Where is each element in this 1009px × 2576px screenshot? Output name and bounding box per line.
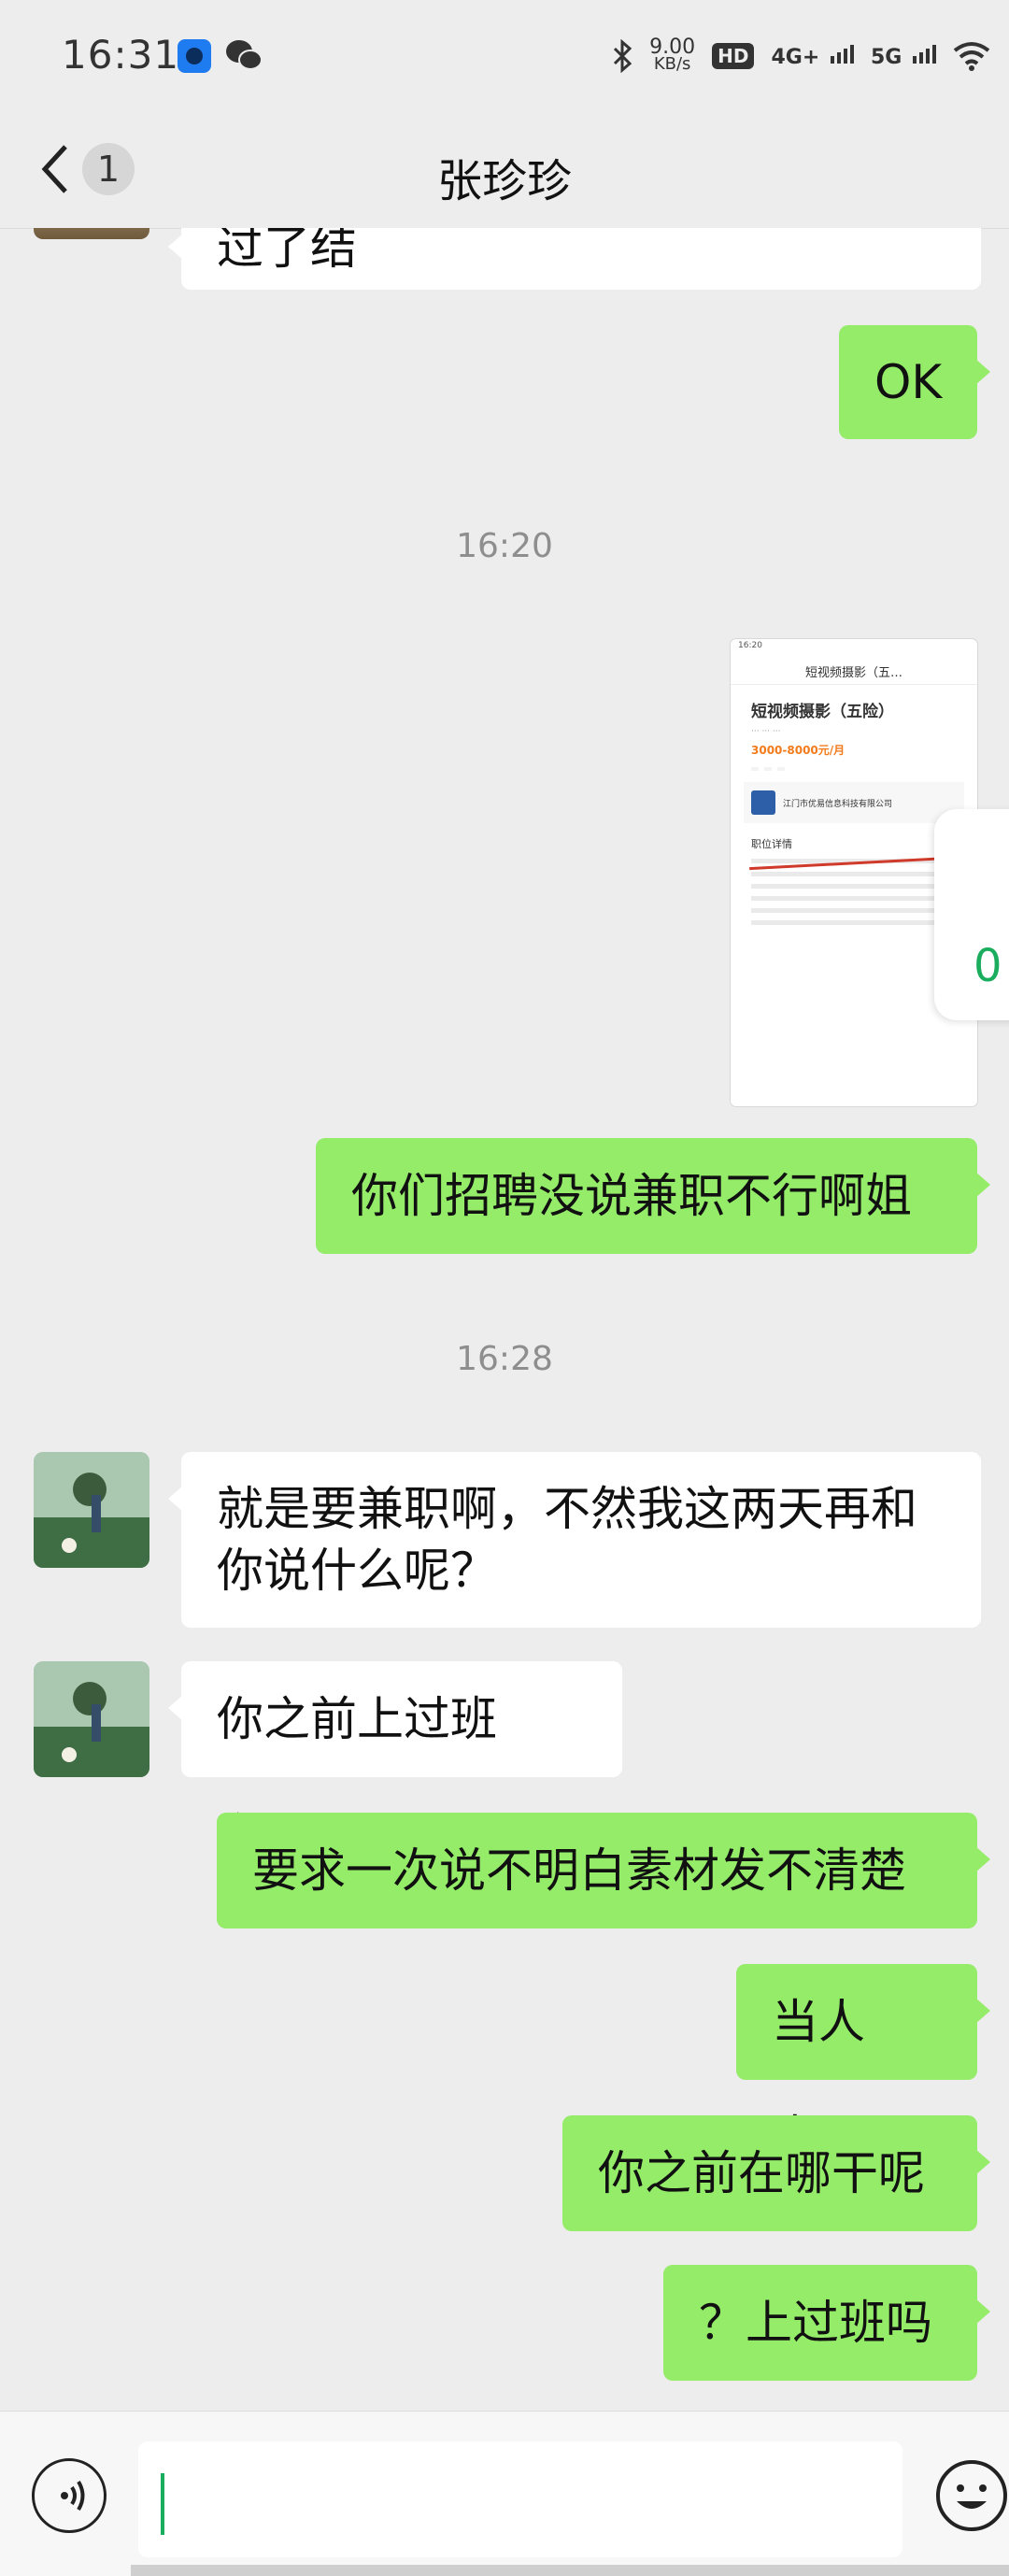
image-company-name: 江门市优易信息科技有限公司 [783, 799, 893, 809]
network-4g-label: 4G+ [771, 46, 820, 69]
image-text-line [751, 872, 959, 876]
status-bar: 16:31 9.00 KB/s HD 4G+ 5G [0, 0, 1009, 112]
message-bubble-received[interactable]: 你之前上过班么？ [168, 1661, 622, 1862]
message-bubble-received[interactable]: 过了结 [168, 228, 981, 290]
message-bubble-sent[interactable]: 当人事？ [736, 1964, 990, 2165]
network-5g: 5G [871, 43, 936, 69]
hd-badge: HD [712, 43, 755, 69]
image-status-bar: 16:20 [738, 641, 762, 650]
input-bar [0, 2411, 1009, 2576]
chat-title: 张珍珍 [436, 155, 572, 207]
message-text: ？上过班吗 [699, 2296, 932, 2350]
message-text: 你们招聘没说兼职不行啊姐 [351, 1169, 912, 1223]
wechat-icon [226, 40, 263, 70]
message-text: OK [874, 355, 943, 409]
message-bubble-received[interactable]: 就是要兼职啊，不然我这两天再和你说什么呢？ [168, 1452, 981, 1628]
image-text-line [751, 896, 959, 901]
chat-header: 1 张珍珍 [0, 112, 1009, 229]
message-bubble-sent[interactable]: OK [839, 325, 990, 439]
message-bubble-sent[interactable]: 你们招聘没说兼职不行啊姐 [316, 1138, 990, 1254]
floating-widget-value: 0 [973, 940, 1002, 992]
avatar[interactable] [34, 1661, 149, 1777]
emoji-button[interactable] [934, 2458, 1009, 2533]
message-list[interactable]: 过了结 OK 16:20 16:20 短视频摄影（五… 短视频摄影（五险） ··… [0, 228, 1009, 2411]
image-job-title: 短视频摄影（五险） [751, 703, 894, 721]
image-company: 江门市优易信息科技有限公司 [744, 782, 964, 823]
network-speed: 9.00 KB/s [649, 37, 695, 74]
speed-unit: KB/s [653, 54, 691, 74]
wifi-icon [953, 42, 990, 71]
image-text-line [751, 908, 959, 913]
message-bubble-sent[interactable]: ？上过班吗 [663, 2265, 990, 2381]
image-salary: 3000-8000元/月 [751, 744, 846, 757]
signal-bars-icon [913, 43, 936, 64]
message-input[interactable] [138, 2441, 902, 2557]
message-bubble-sent[interactable]: 你之前在哪干呢 [562, 2115, 990, 2231]
message-text: 你之前在哪干呢 [598, 2146, 925, 2200]
bottom-strip [131, 2565, 1009, 2576]
network-5g-label: 5G [870, 46, 902, 69]
status-icons: 9.00 KB/s HD 4G+ 5G [612, 36, 990, 77]
avatar[interactable] [34, 1452, 149, 1568]
message-text: 要求一次说不明白素材发不清楚 [252, 1843, 906, 1898]
bluetooth-icon [614, 39, 632, 73]
image-job-meta: ··· ··· ··· [751, 727, 781, 736]
signal-bars-icon [830, 43, 854, 64]
message-bubble-sent[interactable]: 要求一次说不明白素材发不清楚 [217, 1813, 990, 1928]
voice-icon [61, 2480, 85, 2512]
message-text: 就是要兼职啊，不然我这两天再和你说什么呢？ [217, 1482, 917, 1598]
message-timestamp: 16:28 [456, 1340, 553, 1378]
image-text-line [751, 884, 959, 889]
floating-widget[interactable]: 0 [934, 809, 1009, 1020]
avatar [34, 228, 149, 239]
network-4g: 4G+ [771, 43, 854, 69]
voice-button[interactable] [32, 2458, 107, 2533]
message-text: 过了结 [217, 228, 357, 275]
app-notification-icon [178, 39, 211, 73]
status-time: 16:31 [62, 32, 180, 78]
image-nav-title: 短视频摄影（五… [731, 658, 977, 685]
avatar-image [34, 1661, 149, 1777]
emoji-icon [936, 2460, 1007, 2531]
image-tags [751, 767, 977, 771]
avatar-image [34, 1452, 149, 1568]
company-logo-icon [751, 790, 775, 815]
image-text-line [751, 920, 959, 925]
message-timestamp: 16:20 [456, 527, 553, 565]
text-cursor [161, 2473, 164, 2535]
